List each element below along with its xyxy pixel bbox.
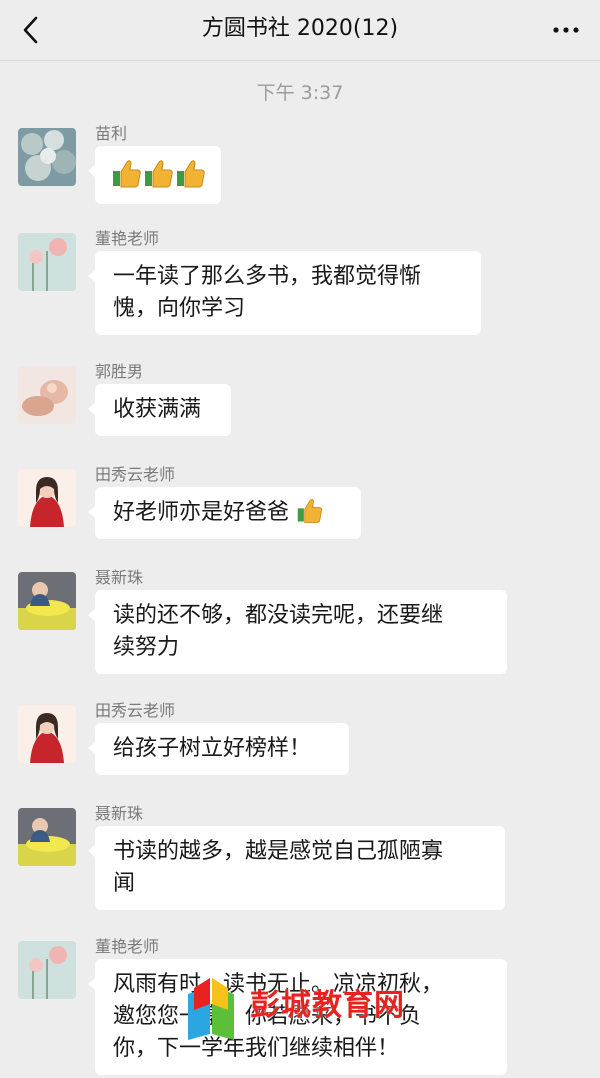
- message-line: 给孩子树立好榜样！: [113, 736, 312, 761]
- avatar[interactable]: [18, 808, 76, 866]
- message-bubble[interactable]: 好老师亦是好爸爸: [88, 487, 361, 539]
- avatar[interactable]: [18, 572, 76, 630]
- message-line: 闻: [113, 871, 136, 896]
- book-logo-icon: [188, 978, 234, 1040]
- message-bubble[interactable]: 书读的越多，越是感觉自己孤陋寡 闻: [88, 826, 505, 910]
- more-dots-icon[interactable]: [548, 12, 584, 48]
- sender-name: 董艳老师: [95, 229, 160, 248]
- watermark-text: 彭城教育网: [250, 988, 405, 1023]
- sender-name: 董艳老师: [95, 937, 160, 956]
- sender-name: 田秀云老师: [95, 465, 176, 484]
- message-line: 书读的越多，越是感觉自己孤陋寡: [113, 839, 444, 864]
- message-bubble[interactable]: 收获满满: [88, 384, 231, 436]
- site-watermark: 彭城教育网: [180, 960, 440, 1050]
- thumbs-up-icon: [113, 160, 205, 188]
- avatar[interactable]: [18, 233, 76, 291]
- avatar[interactable]: [18, 366, 76, 424]
- message-bubble[interactable]: 一年读了那么多书，我都觉得惭 愧，向你学习: [88, 251, 481, 335]
- avatar[interactable]: [18, 941, 76, 999]
- sender-name: 郭胜男: [95, 362, 144, 381]
- sender-name: 田秀云老师: [95, 701, 176, 720]
- sender-name: 苗利: [95, 124, 128, 143]
- message-line: 好老师亦是好爸爸: [113, 500, 290, 525]
- thumbs-up-icon: [297, 498, 323, 523]
- message-line: 收获满满: [113, 397, 202, 422]
- avatar[interactable]: [18, 128, 76, 186]
- sender-name: 聂新珠: [95, 804, 144, 823]
- sender-name: 聂新珠: [95, 568, 144, 587]
- avatar[interactable]: [18, 469, 76, 527]
- message-line: 续努力: [113, 635, 180, 660]
- message-bubble[interactable]: 读的还不够，都没读完呢，还要继 续努力: [88, 590, 507, 674]
- message-line: 愧，向你学习: [113, 296, 246, 321]
- avatar[interactable]: [18, 705, 76, 763]
- message-line: 读的还不够，都没读完呢，还要继: [113, 603, 444, 628]
- message-timestamp: 下午 3:37: [256, 82, 344, 104]
- message-bubble[interactable]: [88, 146, 221, 204]
- chat-title: 方圆书社 2020(12): [201, 16, 399, 41]
- chat-header: 方圆书社 2020(12): [0, 0, 600, 61]
- message-line: 一年读了那么多书，我都觉得惭: [113, 264, 422, 289]
- message-bubble[interactable]: 给孩子树立好榜样！: [88, 723, 349, 775]
